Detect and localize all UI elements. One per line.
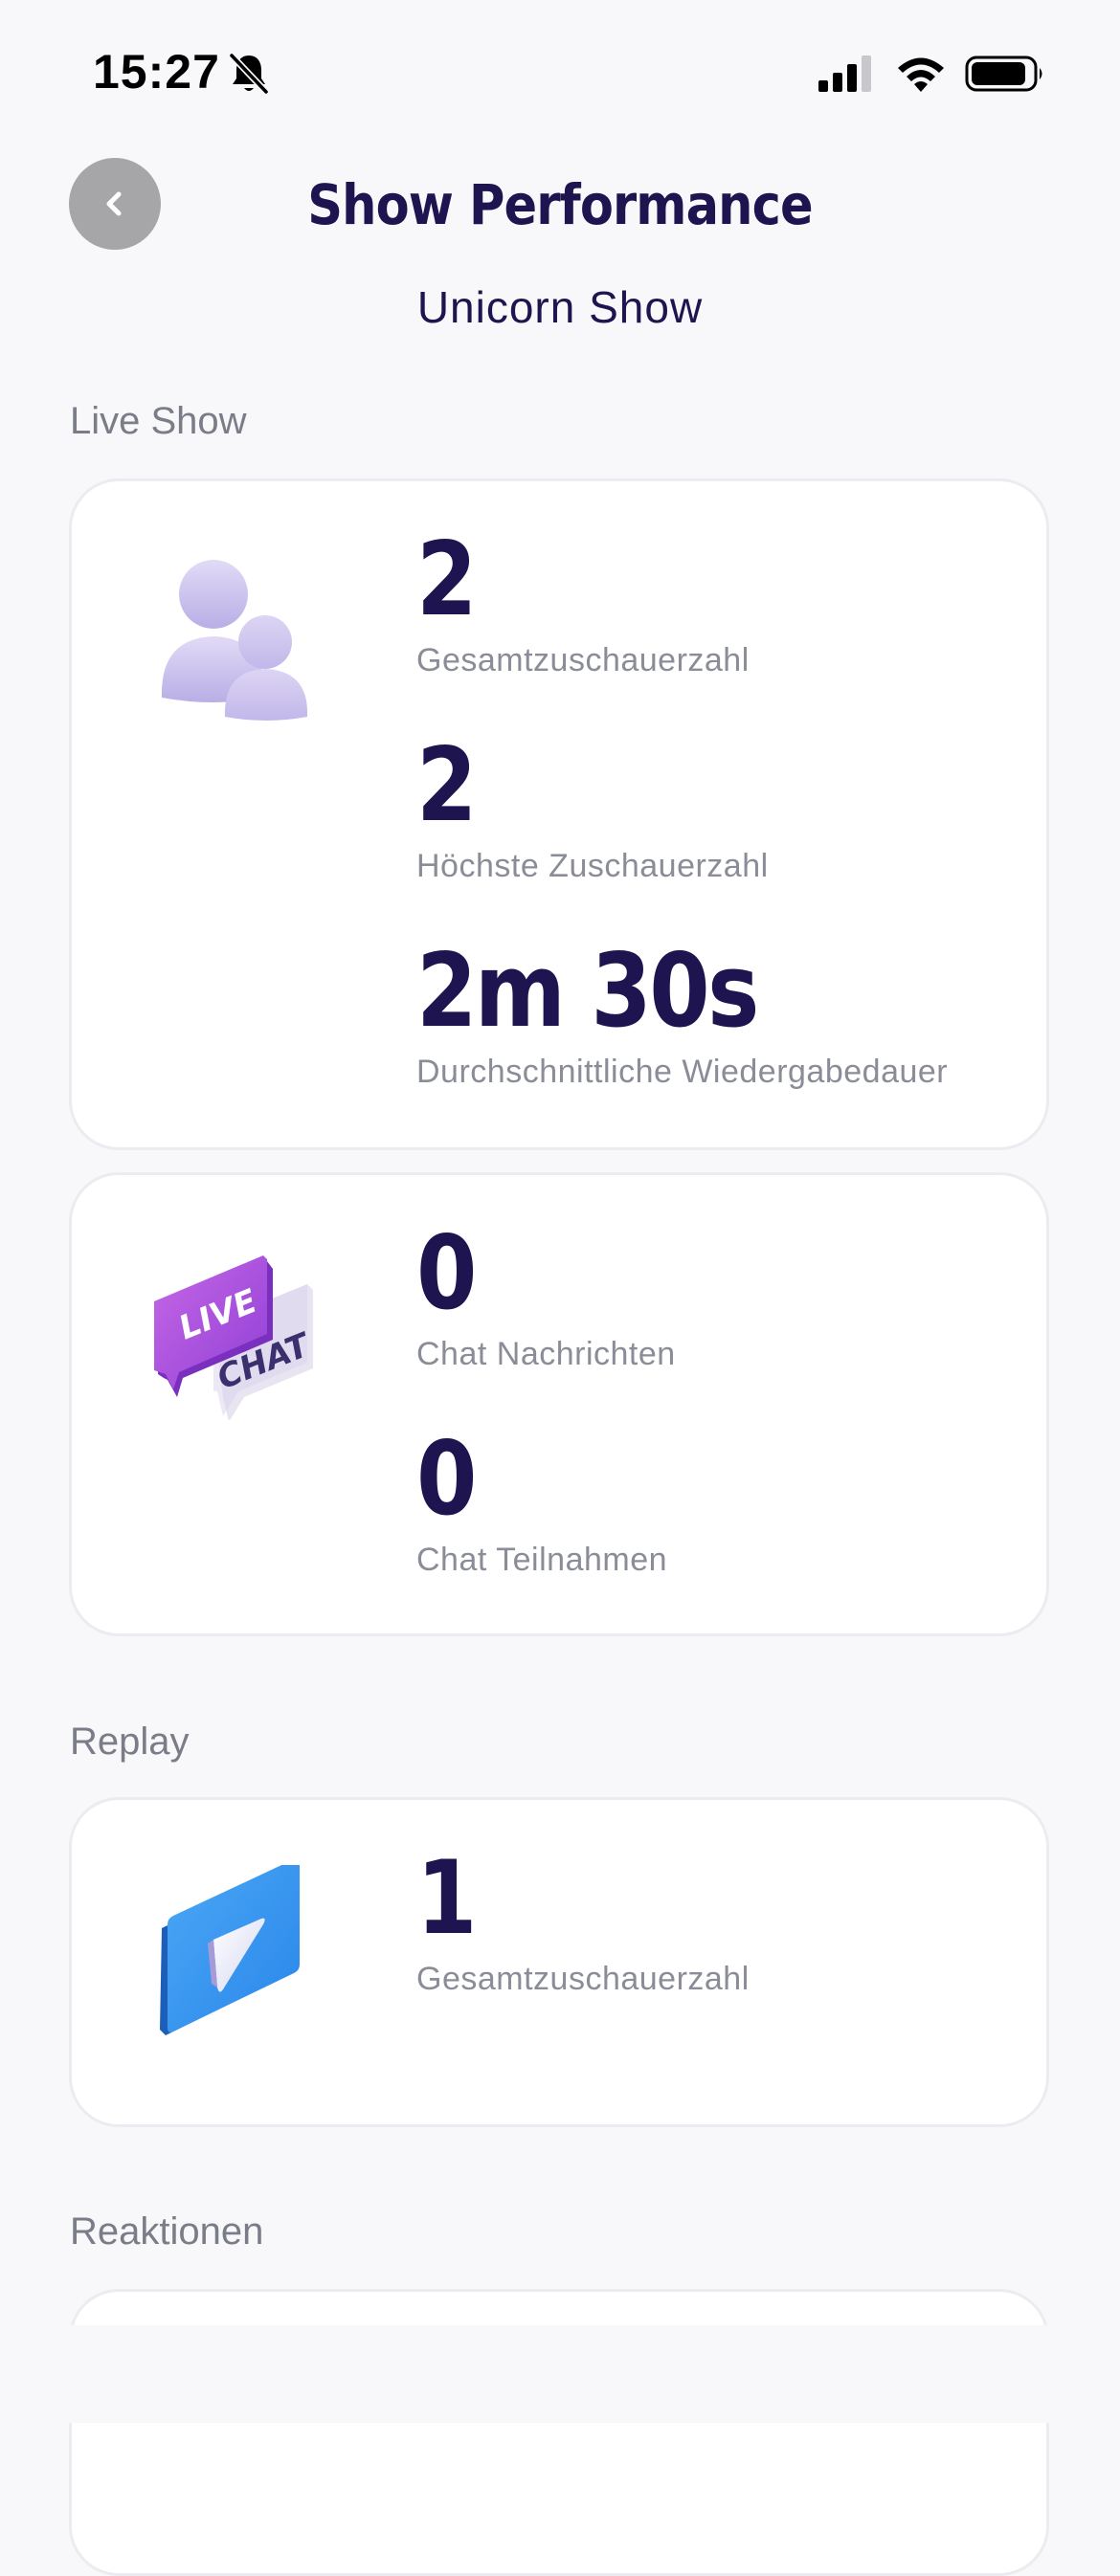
stat-value: 2m 30s — [416, 932, 759, 1050]
replay-card: 1 Gesamtzuschauerzahl — [69, 1797, 1049, 2127]
stat-label: Chat Teilnahmen — [416, 1542, 668, 1578]
status-time: 15:27 — [93, 45, 220, 99]
users-icon — [161, 560, 308, 721]
live-viewers-card: 2 Gesamtzuschauerzahl 2 Höchste Zuschaue… — [69, 478, 1049, 1150]
stat-label: Chat Nachrichten — [416, 1336, 676, 1372]
status-bar: 15:27 — [0, 0, 1120, 134]
section-label-replay: Replay — [70, 1721, 190, 1763]
stat-label: Gesamtzuschauerzahl — [416, 642, 750, 678]
stat-chat-messages: 0 Chat Nachrichten — [416, 1223, 676, 1373]
page-title: Show Performance — [307, 172, 813, 237]
bell-muted-icon — [229, 53, 269, 95]
stat-value: 0 — [416, 1214, 477, 1332]
live-chat-card: LIVE CHAT 0 Chat Nachrichten 0 Chat Teil… — [69, 1172, 1049, 1636]
stat-label: Durchschnittliche Wiedergabedauer — [416, 1054, 949, 1090]
stat-value: 0 — [416, 1420, 477, 1538]
stat-value: 2 — [416, 726, 477, 844]
stat-total-viewers: 2 Gesamtzuschauerzahl — [416, 529, 750, 679]
bottom-fade — [0, 2325, 1120, 2423]
battery-icon — [965, 56, 1042, 92]
stat-replay-total-viewers: 1 Gesamtzuschauerzahl — [416, 1848, 750, 1998]
section-label-reactions: Reaktionen — [70, 2210, 264, 2253]
stat-chat-participations: 0 Chat Teilnahmen — [416, 1429, 667, 1579]
page-subtitle: Unicorn Show — [416, 282, 704, 332]
stat-label: Gesamtzuschauerzahl — [416, 1961, 750, 1997]
section-label-live-show: Live Show — [70, 400, 247, 442]
live-chat-icon: LIVE CHAT — [154, 1255, 317, 1420]
stat-value: 2 — [416, 521, 477, 638]
stat-peak-viewers: 2 Höchste Zuschauerzahl — [416, 735, 769, 885]
cellular-signal-icon — [818, 56, 871, 92]
wifi-icon — [898, 57, 944, 92]
play-icon — [160, 1865, 300, 2035]
stat-avg-watch-time: 2m 30s Durchschnittliche Wiedergabedauer — [416, 941, 948, 1091]
stat-value: 1 — [416, 1839, 477, 1957]
stat-label: Höchste Zuschauerzahl — [416, 848, 769, 884]
